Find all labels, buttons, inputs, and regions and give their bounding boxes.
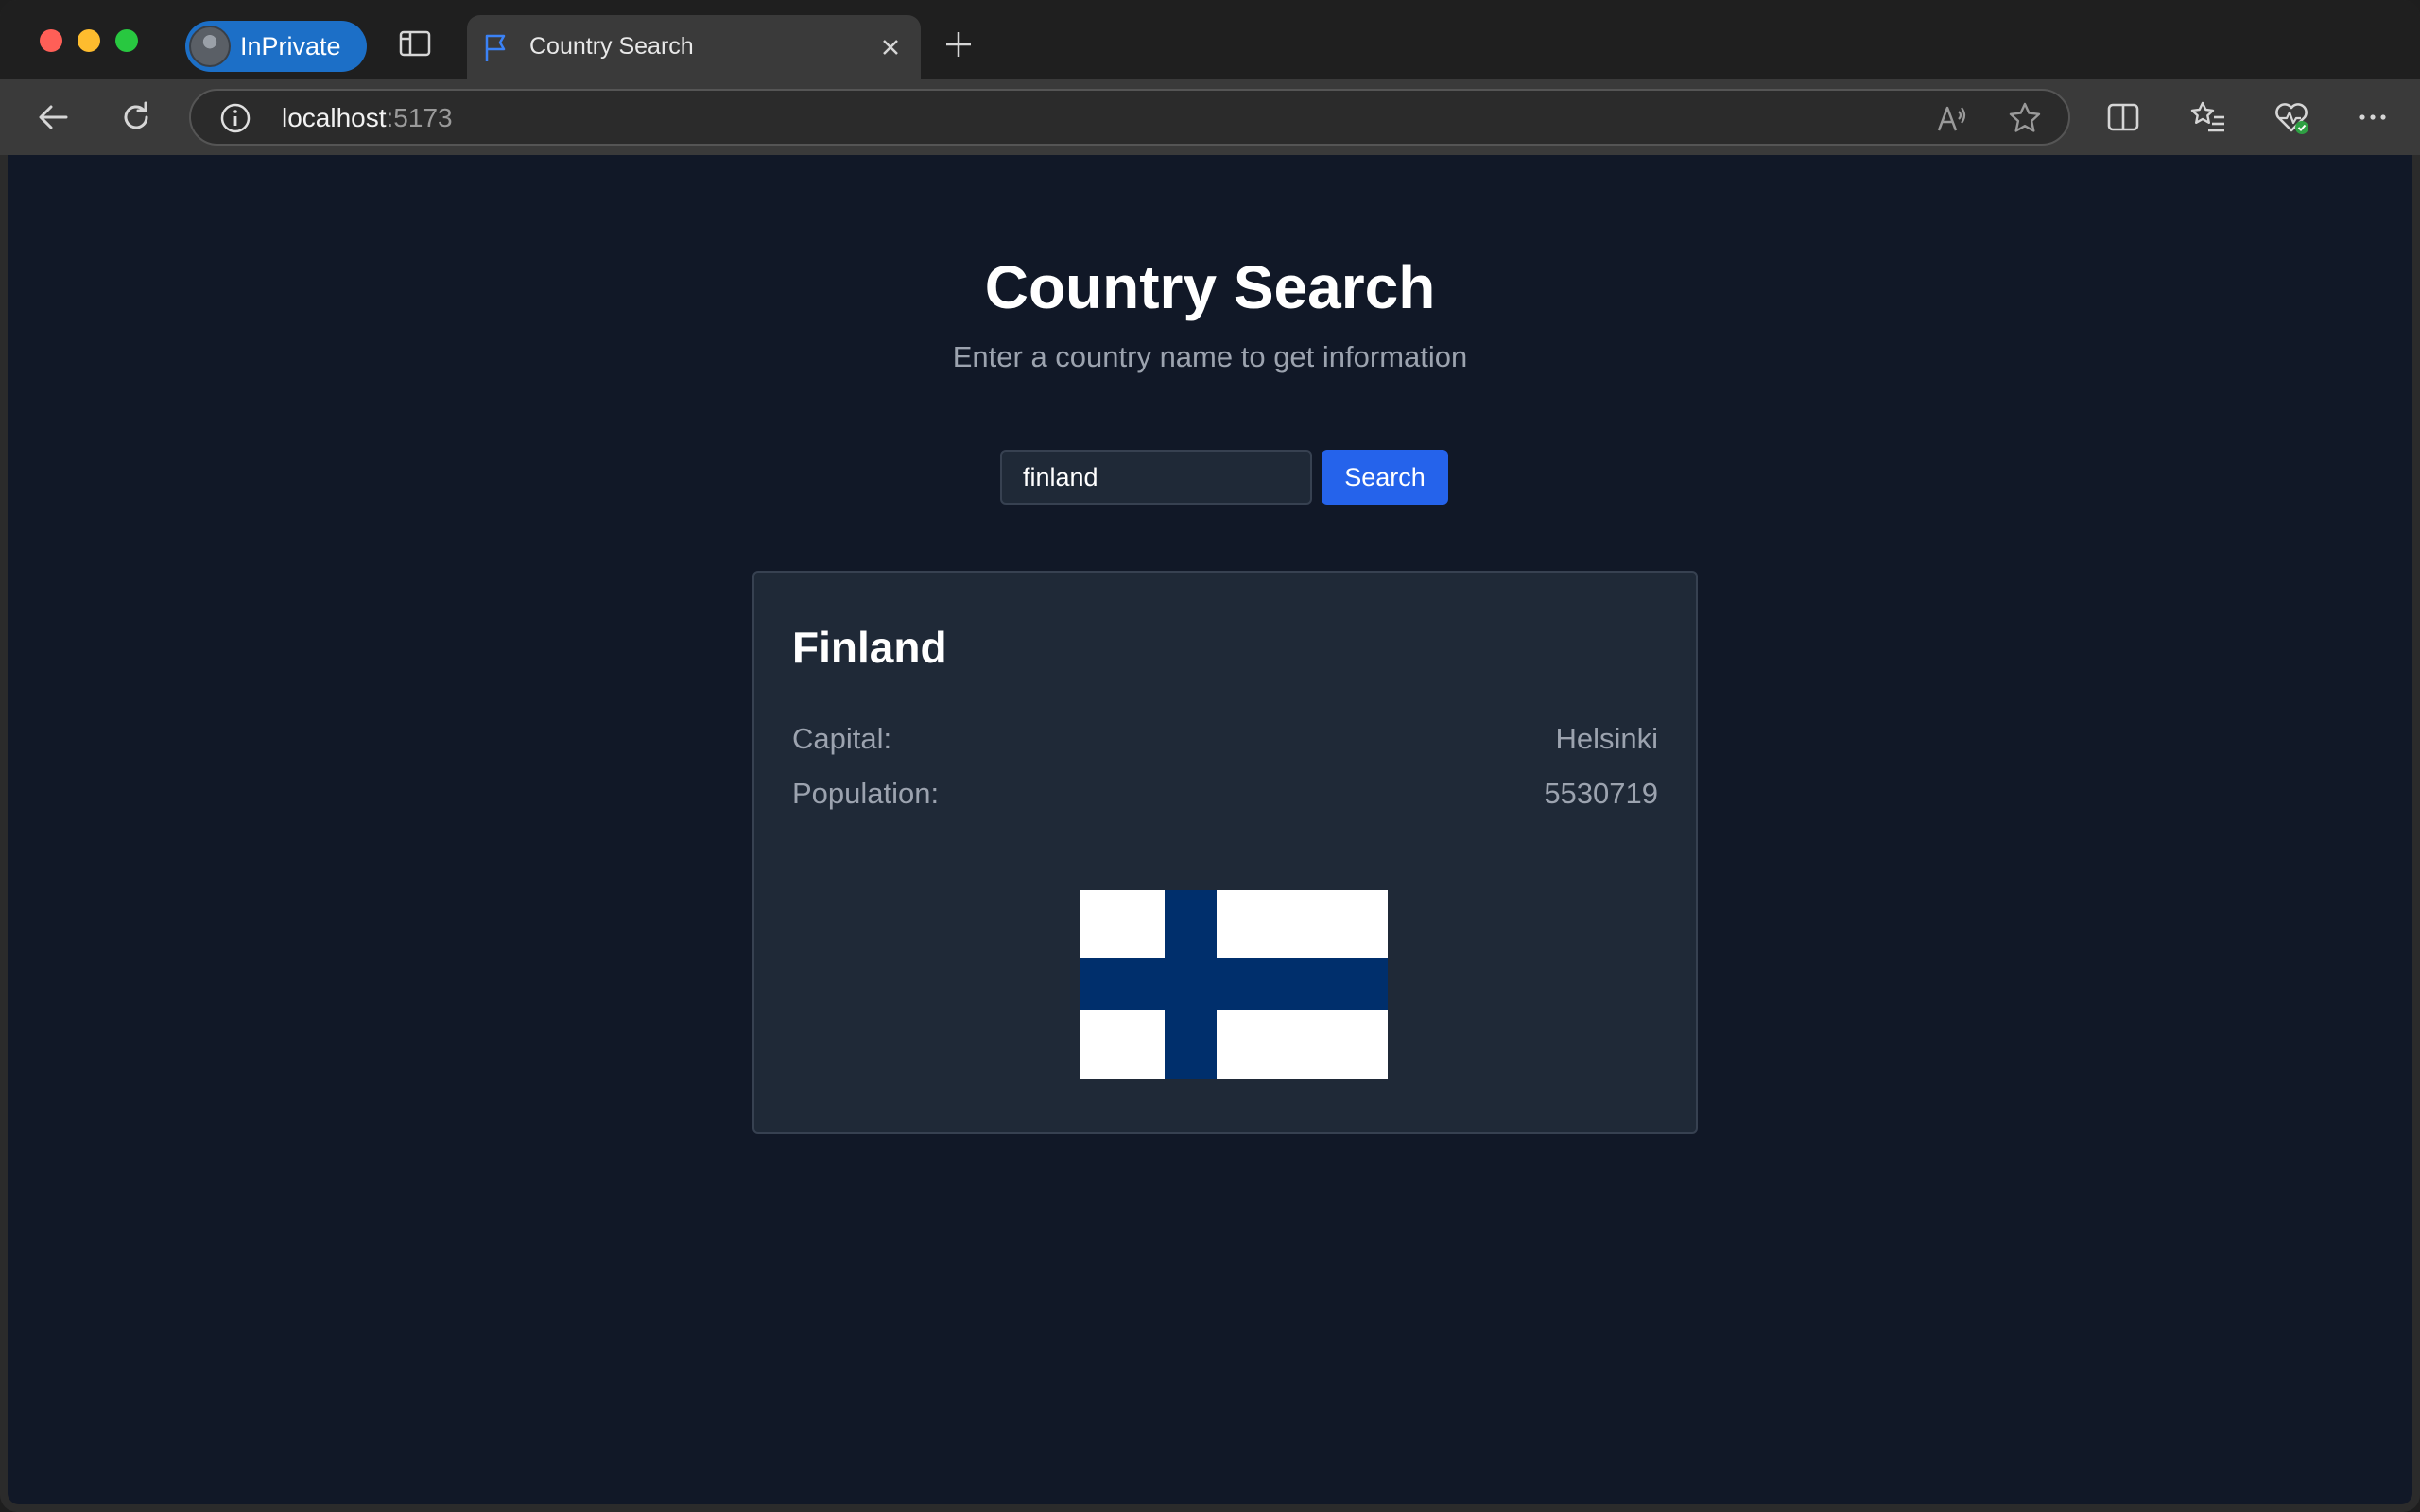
more-options-icon[interactable] bbox=[2354, 98, 2392, 136]
inprivate-profile-button[interactable]: InPrivate bbox=[185, 21, 367, 72]
tab-title: Country Search bbox=[529, 33, 694, 60]
page-title: Country Search bbox=[984, 253, 1436, 321]
country-search-input[interactable] bbox=[1000, 450, 1312, 505]
finland-flag-image bbox=[1080, 890, 1388, 1079]
search-button[interactable]: Search bbox=[1322, 450, 1448, 505]
country-result-card: Finland Capital: Helsinki Population: 55… bbox=[752, 571, 1698, 1134]
population-row: Population: 5530719 bbox=[792, 777, 1658, 815]
split-screen-icon[interactable] bbox=[2104, 98, 2142, 136]
browser-essentials-icon[interactable] bbox=[2273, 98, 2310, 136]
maximize-window-button[interactable] bbox=[115, 29, 138, 52]
capital-row: Capital: Helsinki bbox=[792, 722, 1658, 760]
capital-value: Helsinki bbox=[1555, 722, 1658, 755]
address-bar[interactable]: localhost:5173 bbox=[189, 89, 2070, 146]
flag-outline-icon bbox=[485, 34, 506, 61]
tab-country-search[interactable]: Country Search bbox=[467, 15, 921, 79]
profile-avatar bbox=[189, 26, 231, 67]
url-port: :5173 bbox=[386, 103, 453, 132]
browser-toolbar: localhost:5173 bbox=[0, 79, 2420, 155]
tab-actions-icon[interactable] bbox=[399, 30, 431, 57]
tab-strip: InPrivate Country Search bbox=[0, 0, 2420, 79]
minimize-window-button[interactable] bbox=[78, 29, 100, 52]
favorite-star-icon[interactable] bbox=[2008, 101, 2042, 135]
page-subtitle: Enter a country name to get information bbox=[952, 340, 1468, 373]
country-name: Finland bbox=[792, 623, 947, 672]
capital-label: Capital: bbox=[792, 722, 892, 755]
favorites-list-icon[interactable] bbox=[2189, 98, 2227, 136]
browser-window: InPrivate Country Search localhost:5173 … bbox=[0, 0, 2420, 1512]
refresh-icon[interactable] bbox=[117, 98, 155, 136]
population-value: 5530719 bbox=[1544, 777, 1658, 810]
close-tab-icon[interactable] bbox=[877, 34, 904, 60]
read-aloud-icon[interactable] bbox=[1935, 102, 1969, 136]
url-text: localhost:5173 bbox=[282, 103, 453, 133]
url-host: localhost bbox=[282, 103, 387, 132]
population-label: Population: bbox=[792, 777, 940, 810]
close-window-button[interactable] bbox=[40, 29, 62, 52]
back-arrow-icon[interactable] bbox=[34, 98, 72, 136]
site-info-icon[interactable] bbox=[219, 102, 251, 134]
page-viewport: Country Search Enter a country name to g… bbox=[8, 155, 2412, 1504]
inprivate-label: InPrivate bbox=[240, 31, 341, 60]
new-tab-icon[interactable] bbox=[943, 29, 974, 60]
